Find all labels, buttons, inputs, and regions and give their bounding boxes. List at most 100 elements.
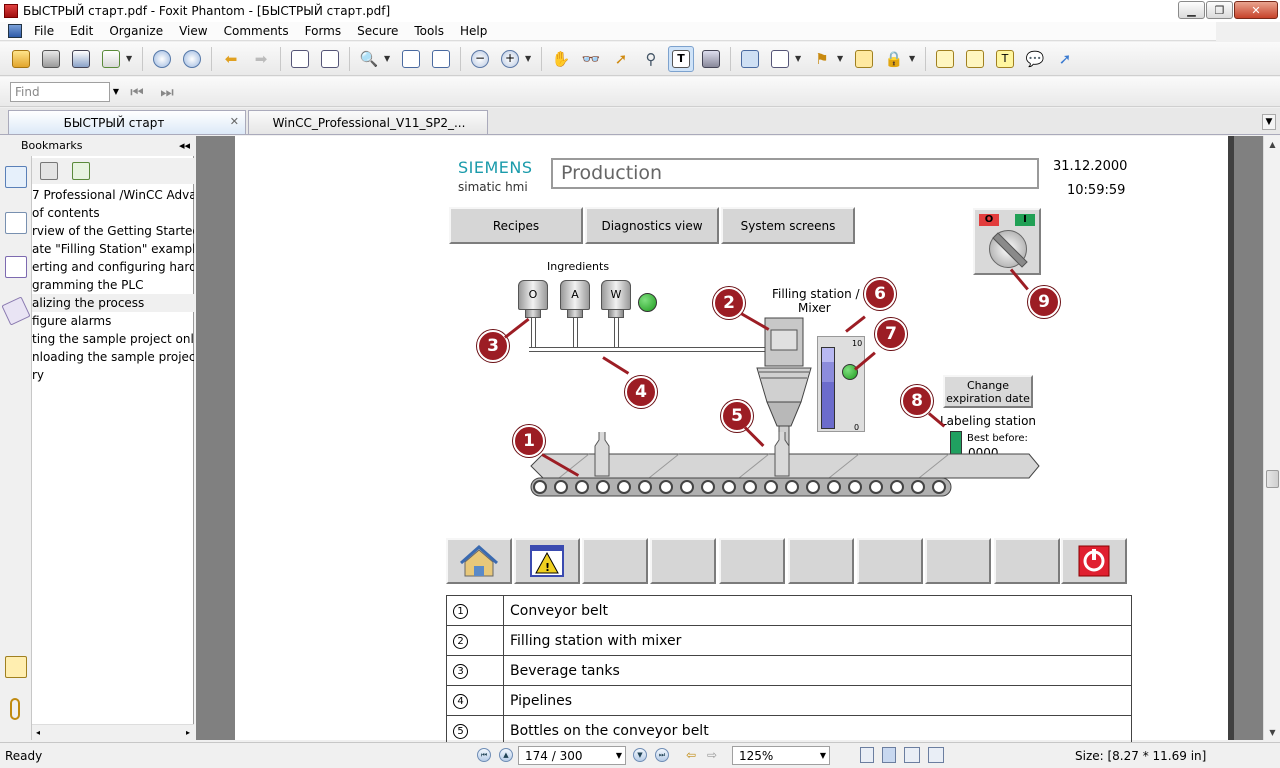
back-arrow-icon[interactable]: ⬅ — [218, 46, 244, 72]
edit-note-icon[interactable] — [932, 46, 958, 72]
email-dropdown-icon[interactable]: ▼ — [126, 54, 134, 63]
email-icon[interactable] — [98, 46, 124, 72]
last-page-icon[interactable]: ⏭ — [655, 748, 669, 762]
foxit-app-icon[interactable] — [4, 4, 18, 18]
paperclip-icon[interactable] — [10, 698, 20, 720]
document-menu-icon[interactable] — [8, 24, 22, 38]
zoom-tool-icon[interactable]: 🔍 — [356, 46, 382, 72]
forward-arrow-icon[interactable]: ➡ — [248, 46, 274, 72]
close-tab-icon[interactable]: ✕ — [230, 115, 239, 128]
lock-dropdown-icon[interactable]: ▼ — [909, 54, 917, 63]
scroll-up-icon[interactable]: ▲ — [1265, 136, 1280, 152]
bookmark-item[interactable]: 7 Professional /WinCC Advan — [32, 186, 194, 204]
scroll-down-icon[interactable]: ▼ — [1265, 724, 1280, 740]
zoom-dropdown-icon[interactable]: ▼ — [525, 54, 533, 63]
document-vscrollbar[interactable]: ▲ ▼ — [1263, 136, 1280, 740]
previous-page-icon[interactable]: ▲ — [499, 748, 513, 762]
bookmark-item[interactable]: ting the sample project onlin — [32, 330, 194, 348]
snapshot-icon[interactable] — [698, 46, 724, 72]
maximize-button[interactable]: ❐ — [1206, 1, 1233, 19]
binoculars-icon[interactable]: ⚲ — [638, 46, 664, 72]
scroll-down-icon[interactable] — [179, 46, 205, 72]
first-page-icon[interactable]: ⏮ — [477, 748, 491, 762]
history-back-icon[interactable]: ⇦ — [684, 748, 698, 762]
text-box-icon[interactable]: T — [992, 46, 1018, 72]
fit-page-icon[interactable] — [398, 46, 424, 72]
bookmark-item[interactable]: of contents — [32, 204, 194, 222]
find-previous-icon[interactable]: ⏮ — [124, 79, 150, 105]
continuous-view-icon[interactable] — [882, 747, 896, 763]
stamp-icon[interactable]: ⚑ — [809, 46, 835, 72]
menu-organize[interactable]: Organize — [101, 22, 171, 41]
sign-icon[interactable] — [851, 46, 877, 72]
zoom-dropdown-icon[interactable]: ▼ — [820, 751, 826, 760]
continuous-facing-view-icon[interactable] — [928, 747, 944, 763]
form-field-icon[interactable] — [737, 46, 763, 72]
bookmark-item[interactable]: alizing the process — [32, 294, 194, 312]
bookmark-item[interactable]: nloading the sample project — [32, 348, 194, 366]
zoom-out-icon[interactable]: − — [467, 46, 493, 72]
print-icon[interactable] — [68, 46, 94, 72]
tab-list-dropdown-icon[interactable]: ▼ — [1262, 114, 1276, 130]
menu-tools[interactable]: Tools — [406, 22, 452, 41]
typewriter-icon[interactable] — [767, 46, 793, 72]
page-number-field[interactable]: 174 / 300 ▼ — [518, 746, 626, 765]
typewriter-dropdown-icon[interactable]: ▼ — [795, 54, 803, 63]
open-folder-icon[interactable] — [8, 46, 34, 72]
history-forward-icon[interactable]: ⇨ — [705, 748, 719, 762]
arrow-annotation-icon[interactable]: ➚ — [1052, 46, 1078, 72]
bookmark-item[interactable]: erting and configuring hardwa — [32, 258, 194, 276]
menu-help[interactable]: Help — [452, 22, 495, 41]
zoom-field[interactable]: 125% ▼ — [732, 746, 830, 765]
bookmark-item[interactable]: rview of the Getting Started — [32, 222, 194, 240]
zoom-in-icon[interactable]: + — [497, 46, 523, 72]
scroll-left-icon[interactable]: ◂ — [36, 728, 40, 737]
menu-file[interactable]: File — [26, 22, 62, 41]
find-next-icon[interactable]: ⏭ — [154, 79, 180, 105]
menu-comments[interactable]: Comments — [216, 22, 297, 41]
save-icon[interactable] — [38, 46, 64, 72]
comments-panel-icon[interactable] — [5, 656, 27, 678]
menu-forms[interactable]: Forms — [297, 22, 349, 41]
bookmark-item[interactable]: figure alarms — [32, 312, 194, 330]
close-button[interactable]: ✕ — [1234, 1, 1278, 19]
layers-panel-icon[interactable] — [5, 256, 27, 278]
facing-view-icon[interactable] — [904, 747, 920, 763]
stamp-dropdown-icon[interactable]: ▼ — [837, 54, 845, 63]
tab-wincc[interactable]: WinCC_Professional_V11_SP2_... — [248, 110, 488, 134]
menu-view[interactable]: View — [171, 22, 215, 41]
minimize-button[interactable]: ▁ — [1178, 1, 1205, 19]
checklist-icon[interactable] — [962, 46, 988, 72]
single-page-view-icon[interactable] — [860, 747, 874, 763]
bookmark-item[interactable]: gramming the PLC — [32, 276, 194, 294]
bookmarks-panel-icon[interactable] — [5, 166, 27, 188]
comment-note-icon[interactable]: 💬 — [1022, 46, 1048, 72]
bookmark-item[interactable]: ry — [32, 366, 194, 384]
select-text-icon[interactable]: T — [668, 45, 694, 72]
find-dropdown-icon[interactable]: ▼ — [110, 82, 122, 102]
hand-tool-icon[interactable]: ✋ — [548, 46, 574, 72]
bookmark-item[interactable]: ate "Filling Station" example p — [32, 240, 194, 258]
paste-page-icon[interactable] — [317, 46, 343, 72]
next-page-icon[interactable]: ▼ — [633, 748, 647, 762]
loupe-icon[interactable]: 👓 — [578, 46, 604, 72]
scroll-right-icon[interactable]: ▸ — [186, 728, 190, 737]
select-arrow-icon[interactable]: ➚ — [608, 46, 634, 72]
add-bookmark-icon[interactable] — [72, 162, 90, 180]
page-dropdown-icon[interactable]: ▼ — [616, 751, 622, 760]
scroll-thumb[interactable] — [1266, 470, 1279, 488]
delete-bookmark-icon[interactable] — [40, 162, 58, 180]
menu-secure[interactable]: Secure — [349, 22, 406, 41]
scroll-up-icon[interactable] — [149, 46, 175, 72]
collapse-panel-icon[interactable]: ◂◂ — [179, 136, 190, 156]
copy-page-icon[interactable] — [287, 46, 313, 72]
fit-width-icon[interactable] — [428, 46, 454, 72]
menu-edit[interactable]: Edit — [62, 22, 101, 41]
attachments-page-icon[interactable] — [1, 296, 31, 326]
pages-panel-icon[interactable] — [5, 212, 27, 234]
find-input[interactable]: Find — [10, 81, 110, 102]
tab-quickstart[interactable]: БЫСТРЫЙ старт ✕ — [8, 110, 246, 134]
lock-icon[interactable]: 🔒 — [881, 46, 907, 72]
zoom-tool-dropdown-icon[interactable]: ▼ — [384, 54, 392, 63]
bookmarks-hscrollbar[interactable]: ◂ ▸ — [32, 724, 194, 740]
